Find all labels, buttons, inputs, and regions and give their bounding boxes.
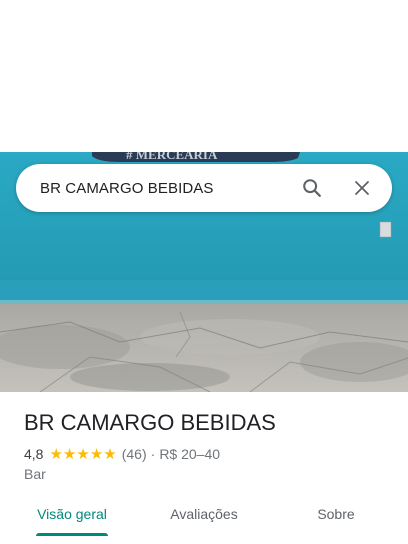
tab-reviews[interactable]: Avaliações — [144, 493, 264, 544]
star-icon: ★ — [62, 445, 77, 463]
place-category[interactable]: Bar — [24, 466, 392, 482]
search-button[interactable] — [292, 168, 332, 208]
review-count[interactable]: (46) — [122, 446, 147, 462]
tab-overview[interactable]: Visão geral — [0, 493, 144, 544]
tab-label: Avaliações — [170, 506, 238, 522]
star-icon: ★ — [89, 445, 104, 463]
search-icon — [303, 179, 321, 197]
price-range: R$ 20–40 — [159, 446, 221, 462]
tab-label: Visão geral — [37, 506, 107, 522]
rating-value: 4,8 — [24, 446, 44, 462]
close-button[interactable] — [342, 168, 382, 208]
place-info: BR CAMARGO BEBIDAS 4,8 ★ ★ ★ ★ ★ (46) · … — [24, 392, 392, 482]
rating-row[interactable]: 4,8 ★ ★ ★ ★ ★ (46) · R$ 20–40 — [24, 444, 392, 464]
star-icon: ★ — [49, 445, 63, 463]
tab-about[interactable]: Sobre — [264, 493, 408, 544]
search-input[interactable]: BR CAMARGO BEBIDAS — [16, 180, 292, 197]
star-icon: ★ — [76, 445, 90, 463]
star-icon: ★ — [103, 445, 117, 463]
star-rating: ★ ★ ★ ★ ★ — [49, 447, 116, 462]
sign-text: # MERCEARIA — [126, 152, 218, 162]
separator-dot: · — [150, 446, 156, 462]
tab-bar: Visão geral Avaliações Sobre — [0, 493, 408, 544]
tab-label: Sobre — [317, 506, 355, 522]
place-title: BR CAMARGO BEBIDAS — [24, 410, 276, 435]
close-icon — [355, 181, 369, 195]
active-tab-indicator — [36, 533, 108, 536]
top-blank-area — [0, 0, 408, 152]
search-bar[interactable]: BR CAMARGO BEBIDAS — [16, 164, 392, 212]
